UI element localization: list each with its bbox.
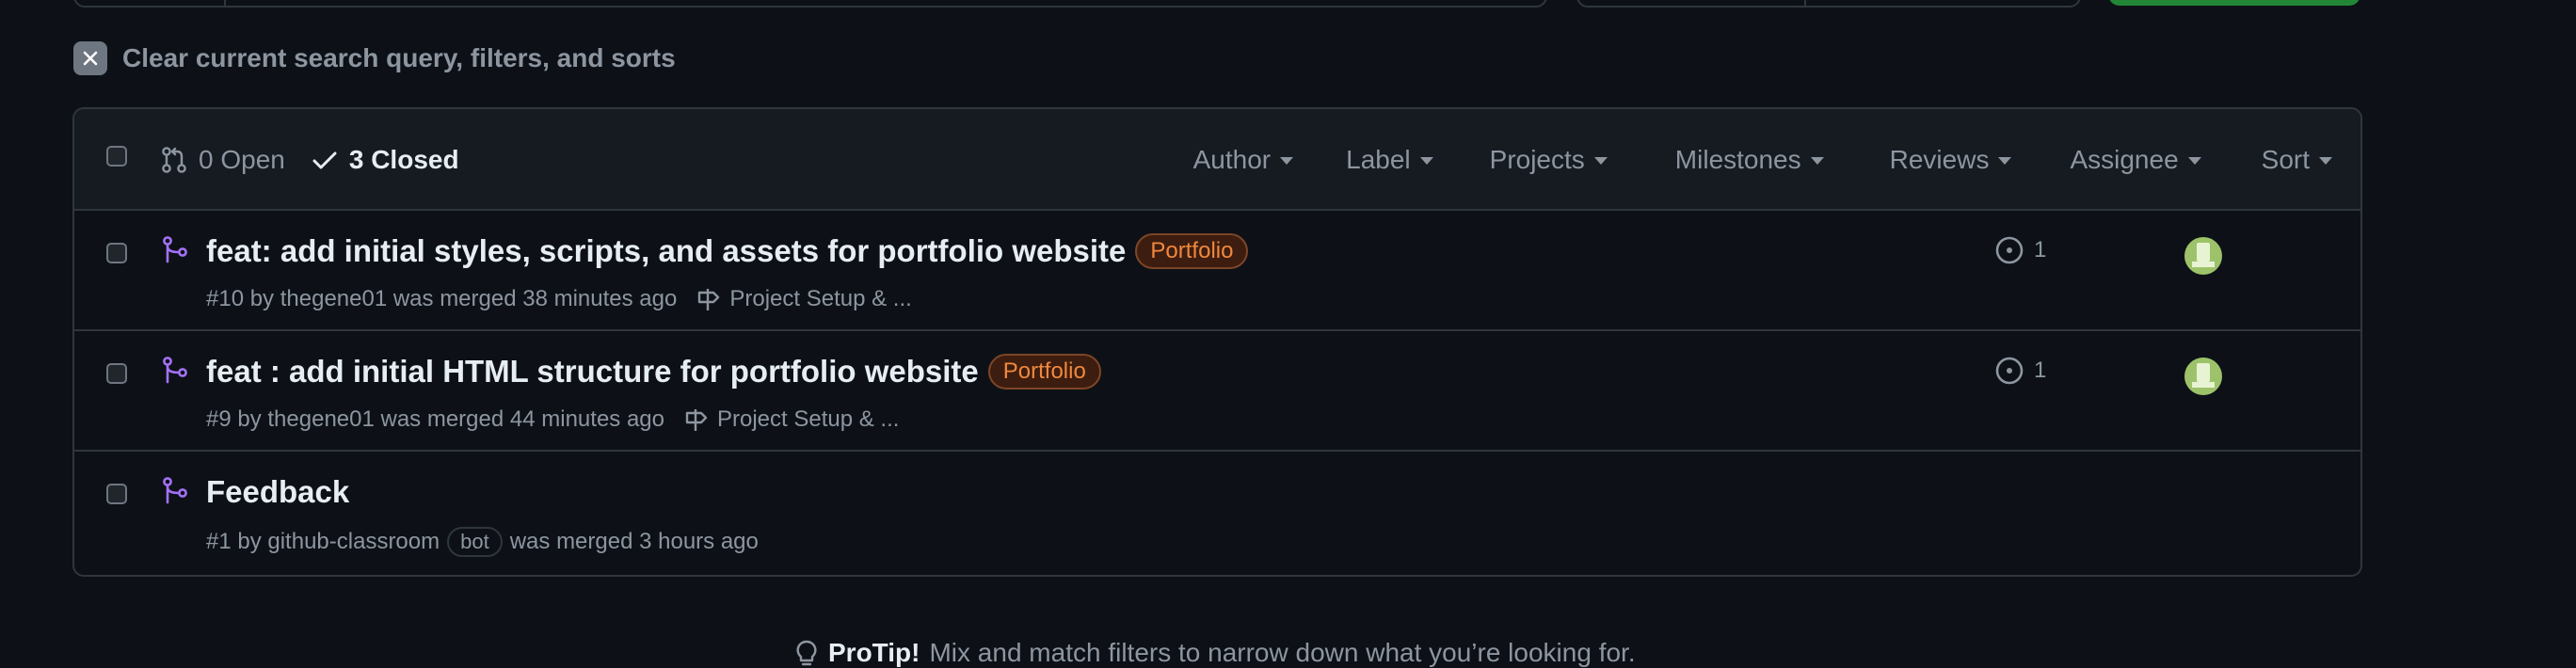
label-badge[interactable]: Portfolio (1135, 233, 1249, 269)
pull-request-title-text: feat: add initial styles, scripts, and a… (206, 233, 1127, 268)
pull-request-meta: #9 by thegene01 was merged 44 minutes ag… (206, 406, 899, 433)
milestones-filter-label: Milestones (1674, 145, 1801, 174)
check-icon (312, 151, 337, 169)
issue-opened-icon (1995, 236, 2024, 264)
filter-menus: Author Label Projects Milestones Reviews… (1193, 145, 2332, 175)
sort-menu-label: Sort (2261, 145, 2310, 174)
milestone-label: Project Setup & ... (717, 406, 900, 432)
linked-issues[interactable]: 1 (1994, 235, 2046, 265)
protip: ProTip! Mix and match filters to narrow … (794, 638, 1636, 668)
list-header: 0 Open 3 Closed Author Label Projects Mi… (74, 109, 2360, 211)
pull-request-meta-text: #10 by thegene01 was merged 38 minutes a… (206, 286, 678, 311)
label-badge[interactable]: Portfolio (987, 354, 1101, 390)
pull-request-row: feat: add initial styles, scripts, and a… (74, 211, 2360, 331)
closed-count-label: 3 Closed (348, 145, 459, 174)
git-merge-icon (163, 357, 187, 384)
git-merge-icon (163, 477, 187, 504)
caret-down-icon (1419, 157, 1433, 165)
search-input[interactable] (73, 0, 1547, 8)
assignee-avatar[interactable] (2184, 358, 2222, 395)
row-checkbox[interactable] (106, 363, 127, 384)
open-count-label: 0 Open (199, 145, 285, 174)
pull-request-meta: #1 by github-classroom bot was merged 3 … (206, 527, 759, 557)
filters-dropdown[interactable] (75, 0, 226, 6)
pull-request-title-text: Feedback (206, 474, 350, 509)
bot-badge: bot (447, 527, 503, 557)
pull-request-title[interactable]: Feedback (206, 474, 349, 510)
pull-request-row: feat : add initial HTML structure for po… (74, 331, 2360, 452)
open-filter[interactable]: 0 Open (161, 145, 285, 175)
label-filter[interactable]: Label (1346, 145, 1433, 175)
pull-request-meta-text: #9 by thegene01 was merged 44 minutes ag… (206, 406, 664, 432)
protip-text: Mix and match filters to narrow down wha… (929, 638, 1636, 667)
x-icon (73, 41, 107, 75)
row-checkbox[interactable] (106, 243, 127, 263)
closed-filter[interactable]: 3 Closed (312, 145, 459, 175)
clear-filters-link[interactable]: Clear current search query, filters, and… (73, 41, 676, 75)
caret-down-icon (2187, 157, 2201, 165)
pull-request-row: Feedback #1 by github-classroom bot was … (74, 452, 2360, 572)
label-filter-label: Label (1346, 145, 1411, 174)
issue-opened-icon (1995, 357, 2024, 385)
pull-request-meta-suffix: was merged 3 hours ago (509, 529, 759, 554)
caret-down-icon (2319, 157, 2332, 165)
sort-menu[interactable]: Sort (2262, 145, 2332, 175)
linked-issues-count: 1 (2034, 358, 2047, 383)
labels-link[interactable] (1578, 0, 1806, 6)
projects-filter[interactable]: Projects (1490, 145, 1608, 175)
linked-issues[interactable]: 1 (1994, 356, 2046, 386)
pull-request-title[interactable]: feat : add initial HTML structure for po… (206, 354, 1101, 390)
milestone-link[interactable]: Project Setup & ... (696, 286, 912, 312)
light-bulb-icon (796, 640, 817, 666)
milestone-icon (685, 409, 708, 431)
caret-down-icon (1810, 157, 1824, 165)
pull-request-meta-prefix: #1 by github-classroom (206, 529, 440, 554)
milestone-label: Project Setup & ... (729, 286, 912, 311)
select-all-checkbox[interactable] (106, 146, 127, 167)
milestone-link[interactable]: Project Setup & ... (683, 406, 899, 433)
new-pull-request-button[interactable] (2108, 0, 2360, 6)
row-checkbox[interactable] (106, 484, 127, 504)
author-filter-label: Author (1192, 145, 1272, 174)
git-merge-icon (163, 236, 187, 263)
pull-request-list: 0 Open 3 Closed Author Label Projects Mi… (72, 107, 2362, 577)
milestones-filter[interactable]: Milestones (1675, 145, 1824, 175)
assignee-filter[interactable]: Assignee (2070, 145, 2201, 175)
labels-milestones-nav (1576, 0, 2081, 8)
projects-filter-label: Projects (1489, 145, 1585, 174)
reviews-filter[interactable]: Reviews (1890, 145, 2012, 175)
state-toggle: 0 Open 3 Closed (161, 145, 459, 175)
caret-down-icon (1998, 157, 2012, 165)
git-pull-request-icon (162, 147, 186, 173)
caret-down-icon (1280, 157, 1294, 165)
linked-issues-count: 1 (2034, 237, 2047, 262)
assignee-avatar[interactable] (2184, 237, 2222, 275)
milestone-icon (698, 289, 720, 310)
top-controls (0, 0, 2576, 8)
protip-label: ProTip! (828, 638, 920, 667)
caret-down-icon (1593, 157, 1608, 165)
assignee-filter-label: Assignee (2070, 145, 2179, 174)
pull-request-title[interactable]: feat: add initial styles, scripts, and a… (206, 233, 1249, 269)
pull-request-title-text: feat : add initial HTML structure for po… (206, 354, 979, 389)
author-filter[interactable]: Author (1193, 145, 1294, 175)
clear-filters-label: Clear current search query, filters, and… (122, 43, 676, 72)
pull-request-meta: #10 by thegene01 was merged 38 minutes a… (206, 286, 912, 312)
reviews-filter-label: Reviews (1889, 145, 1990, 174)
